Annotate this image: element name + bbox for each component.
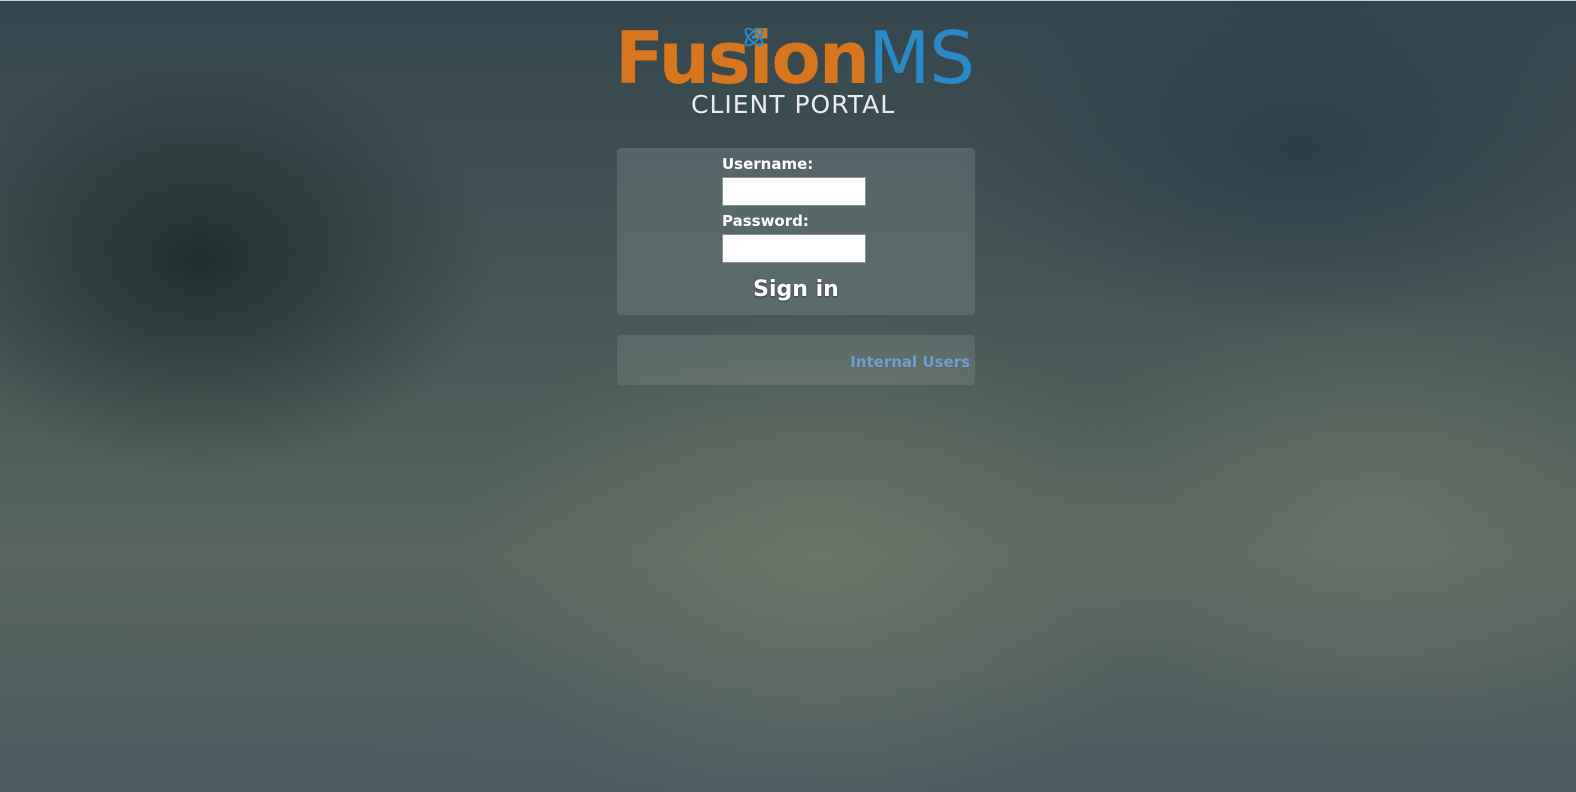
password-input[interactable] [722,234,866,263]
logo-word-ms: MS [868,16,975,100]
sign-in-button[interactable]: Sign in [617,277,975,302]
internal-users-link[interactable]: Internal Users [850,353,970,371]
logo-wordmark: FusionMS [615,16,975,100]
logo-subtitle: CLIENT PORTAL [691,90,896,119]
fusionms-logo: FusionMS CLIENT PORTAL [613,18,977,122]
top-border [0,0,1576,1]
username-input[interactable] [722,177,866,206]
username-label: Username: [722,155,814,173]
atom-icon [744,27,764,47]
login-panel: Username: Password: Sign in [617,148,975,315]
password-label: Password: [722,212,809,230]
internal-users-panel: Internal Users [617,335,975,385]
